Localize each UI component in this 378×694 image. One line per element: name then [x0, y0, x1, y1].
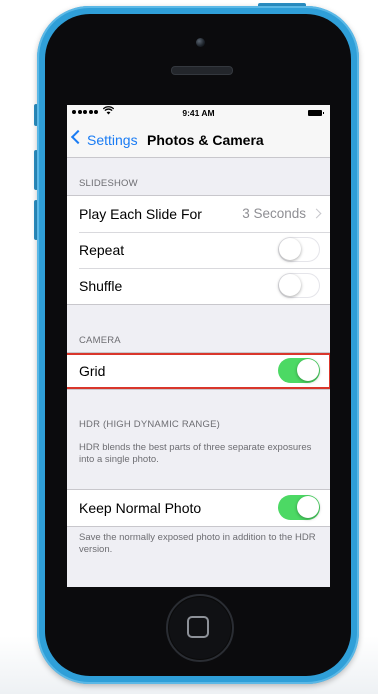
status-bar: 9:41 AM — [67, 105, 330, 121]
battery-icon — [308, 110, 324, 116]
shuffle-toggle[interactable] — [278, 273, 320, 298]
cell-label: Play Each Slide For — [79, 206, 202, 222]
navigation-bar: Settings Photos & Camera — [67, 121, 330, 158]
hdr-description: HDR blends the best parts of three separ… — [79, 442, 312, 465]
section-header-hdr: HDR (HIGH DYNAMIC RANGE) — [79, 419, 220, 430]
camera-group: Grid — [67, 352, 330, 390]
section-header-slideshow: SLIDESHOW — [79, 178, 138, 189]
keep-normal-photo-toggle[interactable] — [278, 495, 320, 520]
repeat-toggle[interactable] — [278, 237, 320, 262]
setting-repeat: Repeat — [67, 232, 330, 268]
back-chevron-icon[interactable] — [70, 129, 86, 145]
setting-keep-normal-photo: Keep Normal Photo — [67, 490, 330, 526]
earpiece-speaker — [171, 66, 233, 75]
home-square-icon — [187, 616, 209, 638]
cell-label: Grid — [79, 363, 106, 379]
screen: 9:41 AM Settings Photos & Camera SLIDESH… — [67, 105, 330, 587]
setting-shuffle: Shuffle — [67, 268, 330, 304]
cell-label: Repeat — [79, 242, 125, 258]
setting-play-each-slide-for[interactable]: Play Each Slide For 3 Seconds — [67, 196, 330, 232]
hdr-group: Keep Normal Photo — [67, 489, 330, 527]
cell-label: Keep Normal Photo — [79, 500, 202, 516]
status-time: 9:41 AM — [182, 108, 215, 118]
setting-grid: Grid — [67, 353, 330, 389]
slideshow-group: Play Each Slide For 3 Seconds Repeat Shu… — [67, 195, 330, 305]
section-header-camera: CAMERA — [79, 335, 121, 346]
front-camera-icon — [196, 38, 205, 47]
back-button[interactable]: Settings — [87, 132, 138, 148]
page-title: Photos & Camera — [147, 132, 264, 148]
grid-toggle[interactable] — [278, 358, 320, 383]
hdr-footer: Save the normally exposed photo in addit… — [79, 532, 316, 555]
chevron-right-icon — [311, 208, 322, 219]
cell-label: Shuffle — [79, 278, 123, 294]
cell-value: 3 Seconds — [242, 206, 306, 221]
